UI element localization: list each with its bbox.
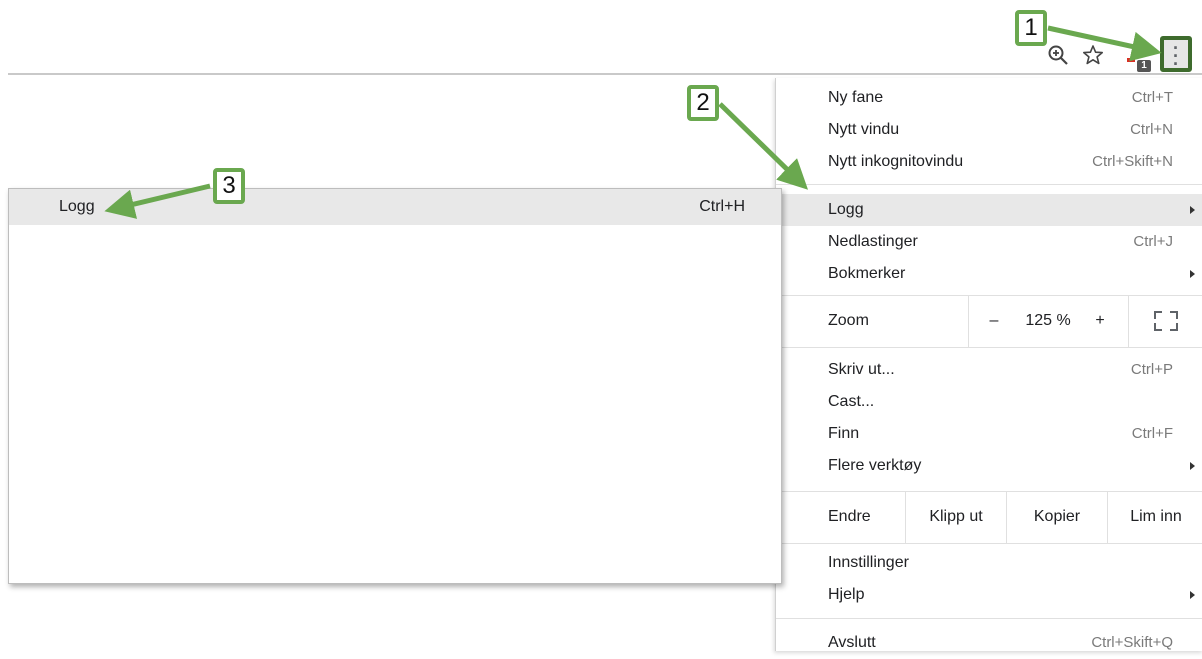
annotation-arrows: [104, 25, 1162, 219]
arrow-3: [104, 183, 211, 219]
step-callout-2: 2: [687, 85, 719, 121]
step-callout-1: 1: [1015, 10, 1047, 46]
arrow-2: [718, 102, 809, 190]
step-callout-3: 3: [213, 168, 245, 204]
arrow-1: [1047, 25, 1162, 62]
